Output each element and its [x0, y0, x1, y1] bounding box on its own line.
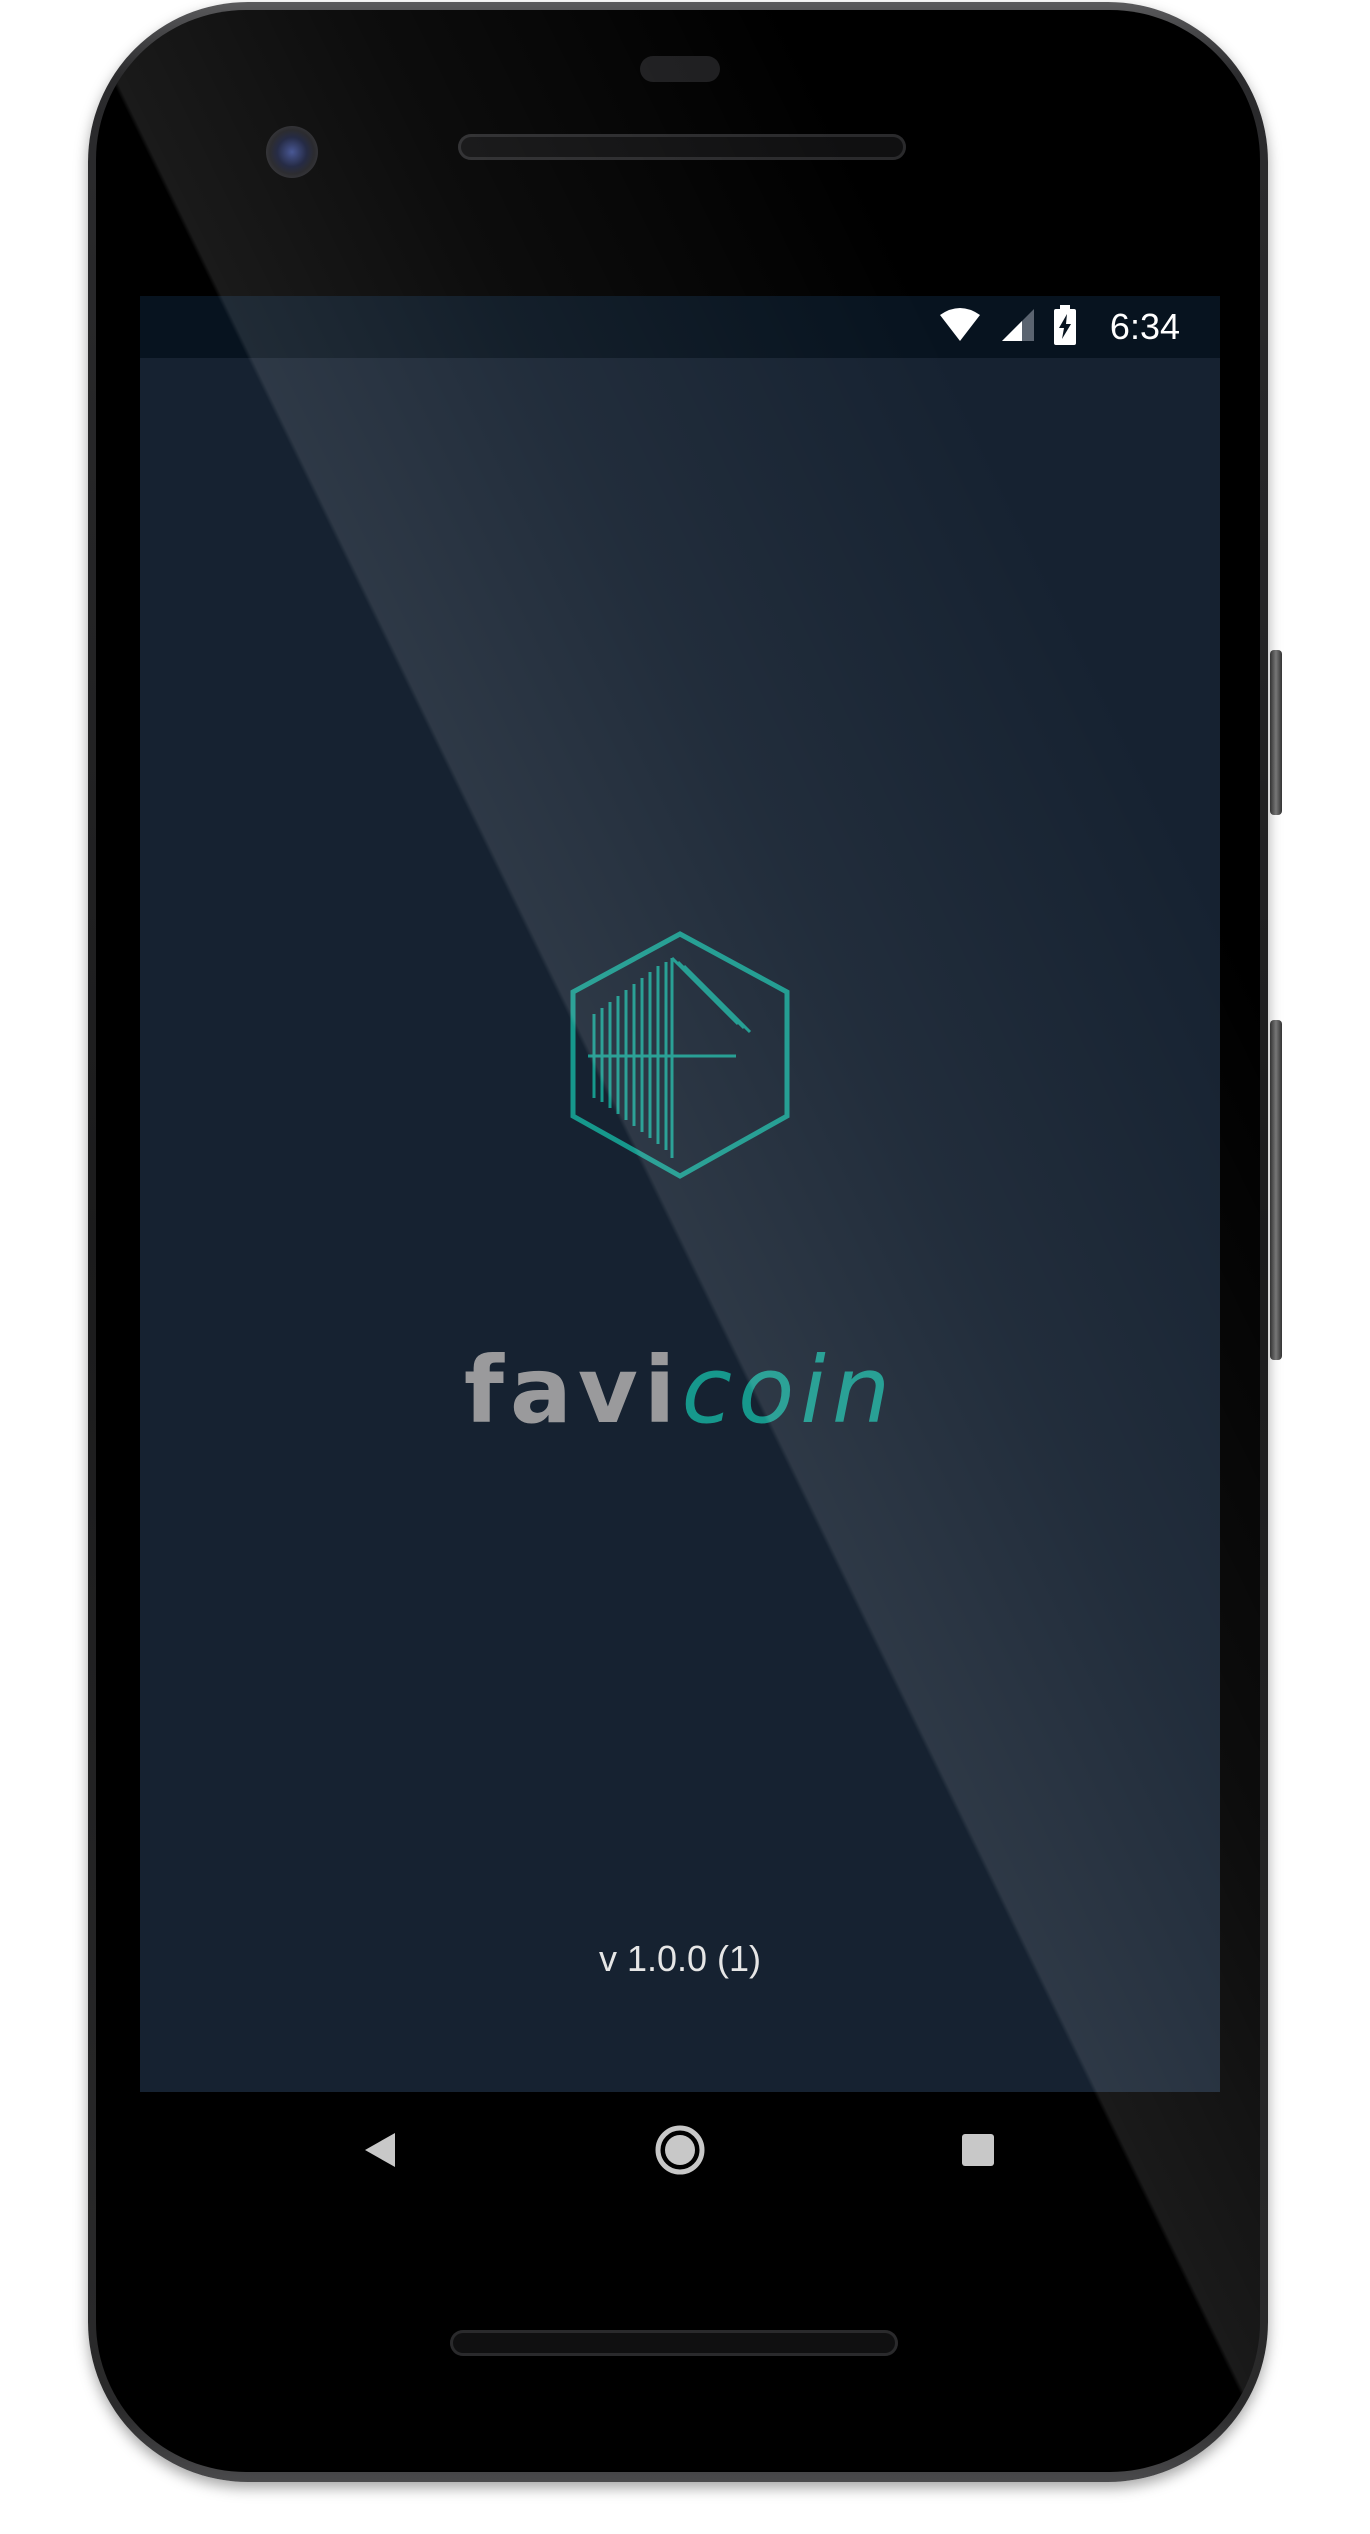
wordmark-coin: coin — [681, 1337, 897, 1444]
wordmark-favi: favi — [463, 1337, 682, 1444]
nav-home-button[interactable] — [620, 2092, 740, 2212]
top-speaker-grille — [458, 134, 906, 160]
nav-recents-button[interactable] — [918, 2092, 1038, 2212]
home-circle-icon — [654, 2124, 706, 2180]
volume-button — [1270, 1020, 1282, 1360]
nav-back-button[interactable] — [320, 2092, 440, 2212]
battery-charging-icon — [1053, 305, 1076, 349]
recents-square-icon — [960, 2132, 996, 2172]
app-version-label: v 1.0.0 (1) — [598, 1938, 762, 1979]
system-navigation-bar — [140, 2092, 1220, 2212]
favicoin-hexagon-logo-icon — [560, 926, 800, 1186]
proximity-sensor — [640, 56, 720, 82]
status-bar: 6:34 — [140, 296, 1220, 358]
front-camera — [266, 126, 318, 178]
app-wordmark: favicoin — [140, 1345, 1220, 1437]
app-screen: 6:34 favicoin v 1.0.0 (1) — [140, 296, 1220, 2092]
wifi-icon — [938, 307, 982, 347]
status-icons: 6:34 — [938, 296, 1180, 358]
bottom-speaker-grille — [450, 2330, 898, 2356]
power-button — [1270, 650, 1282, 815]
status-time: 6:34 — [1109, 306, 1180, 347]
back-triangle-icon — [363, 2131, 397, 2173]
cellular-signal-icon — [1000, 307, 1036, 347]
